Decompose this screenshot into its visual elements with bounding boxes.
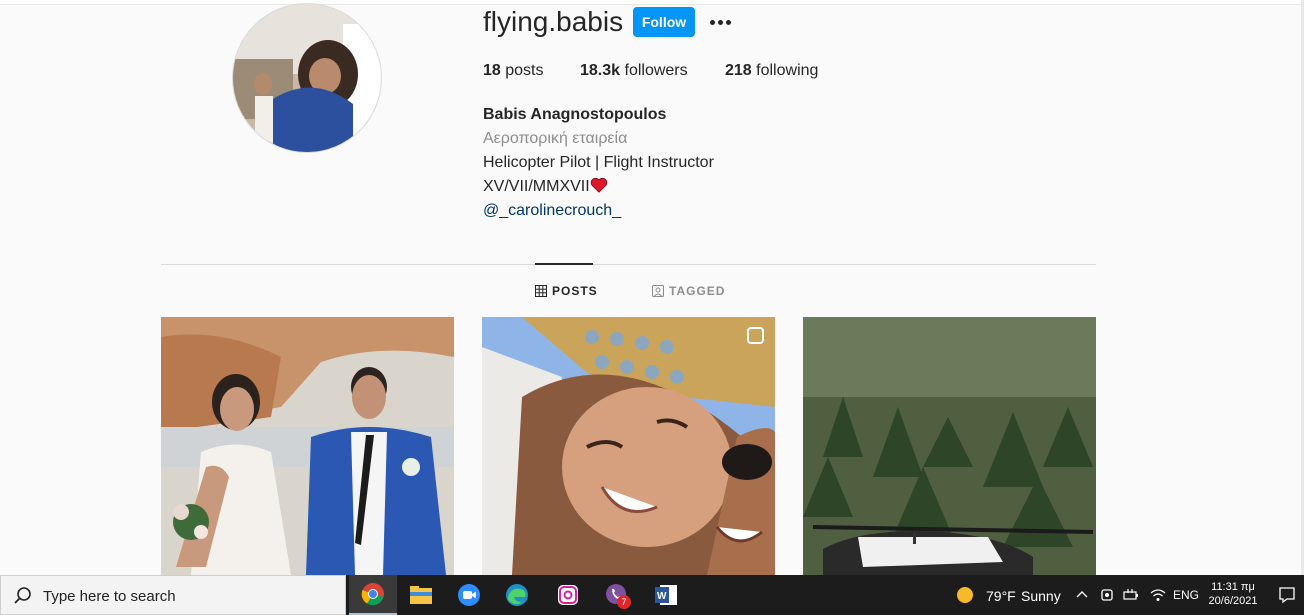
post-thumbnail[interactable] xyxy=(803,317,1096,575)
tab-posts[interactable]: POSTS xyxy=(535,284,598,298)
zoom-taskbar-button[interactable] xyxy=(445,575,493,615)
clock[interactable]: 11:31 πμ 20/6/2021 xyxy=(1203,580,1263,608)
following-count: 218 xyxy=(725,62,752,79)
taskbar-search[interactable]: Type here to search xyxy=(0,575,346,615)
tabs-divider xyxy=(161,264,1096,265)
search-placeholder: Type here to search xyxy=(43,588,176,605)
heart-icon xyxy=(590,177,607,193)
tab-posts-label: POSTS xyxy=(552,284,598,298)
post-thumbnail[interactable] xyxy=(482,317,775,575)
svg-text:W: W xyxy=(657,591,667,602)
windows-taskbar: Type here to search 7 W 79°F Sunny ENG 1… xyxy=(0,575,1304,615)
post-thumbnail[interactable] xyxy=(161,317,454,575)
followers-count: 18.3k xyxy=(580,62,621,79)
clock-date: 20/6/2021 xyxy=(1208,595,1258,607)
tab-tagged[interactable]: TAGGED xyxy=(652,284,725,298)
tab-tagged-label: TAGGED xyxy=(669,284,726,298)
notifications-icon[interactable] xyxy=(1278,586,1296,604)
profile-avatar[interactable] xyxy=(232,3,382,153)
wifi-icon[interactable] xyxy=(1150,587,1166,603)
grid-icon xyxy=(535,285,547,297)
folder-icon xyxy=(410,586,432,604)
input-language[interactable]: ENG xyxy=(1173,588,1199,602)
posts-label: posts xyxy=(505,62,544,79)
active-tab-indicator xyxy=(535,263,593,265)
sun-icon xyxy=(957,587,973,603)
edge-icon xyxy=(506,584,528,606)
battery-icon[interactable] xyxy=(1123,587,1139,603)
word-taskbar-button[interactable]: W xyxy=(642,575,690,615)
more-options-icon[interactable] xyxy=(708,8,732,36)
dot xyxy=(725,19,731,25)
dot xyxy=(709,19,715,25)
instagram-taskbar-button[interactable] xyxy=(544,575,592,615)
clock-time: 11:31 πμ xyxy=(1211,581,1255,593)
bio-line-1: Helicopter Pilot | Flight Instructor xyxy=(483,154,714,171)
chevron-up-icon[interactable] xyxy=(1076,590,1088,598)
word-icon: W xyxy=(655,585,677,605)
avatar-photo xyxy=(233,4,381,152)
posts-stat: 18 posts xyxy=(483,62,544,80)
chrome-icon xyxy=(361,583,384,606)
bio-mention-link[interactable]: @_carolinecrouch_ xyxy=(483,202,621,219)
category-label: Αεροπορική εταιρεία xyxy=(483,130,628,147)
chrome-taskbar-button[interactable] xyxy=(349,575,397,615)
selfie-photo xyxy=(482,317,775,575)
full-name: Babis Anagnostopoulos xyxy=(483,106,667,123)
wedding-photo xyxy=(161,317,454,575)
top-edge xyxy=(0,0,1304,5)
weather-description[interactable]: Sunny xyxy=(1021,588,1061,604)
instagram-icon xyxy=(558,585,578,605)
following-label: following xyxy=(756,62,819,79)
bio-line-2: XV/VII/MMXVII xyxy=(483,178,590,195)
follow-button[interactable]: Follow xyxy=(633,7,695,37)
tagged-icon xyxy=(652,285,664,297)
followers-label: followers xyxy=(624,62,688,79)
followers-stat[interactable]: 18.3k followers xyxy=(580,62,688,80)
weather-temperature[interactable]: 79°F xyxy=(986,588,1016,604)
search-icon xyxy=(14,587,31,604)
bio-line-2-row: XV/VII/MMXVII xyxy=(483,175,714,199)
viber-taskbar-button[interactable]: 7 xyxy=(593,575,641,615)
helicopter-forest-photo xyxy=(803,317,1096,575)
profile-username: flying.babis xyxy=(483,6,624,37)
profile-bio: Babis Anagnostopoulos Αεροπορική εταιρεί… xyxy=(483,103,714,223)
following-stat[interactable]: 218 following xyxy=(725,62,818,80)
edge-taskbar-button[interactable] xyxy=(493,575,541,615)
meet-now-icon[interactable] xyxy=(1100,587,1114,603)
viber-notification-badge: 7 xyxy=(617,595,631,609)
dot xyxy=(717,19,723,25)
zoom-icon xyxy=(458,584,480,606)
posts-count: 18 xyxy=(483,62,501,79)
file-explorer-taskbar-button[interactable] xyxy=(397,575,445,615)
